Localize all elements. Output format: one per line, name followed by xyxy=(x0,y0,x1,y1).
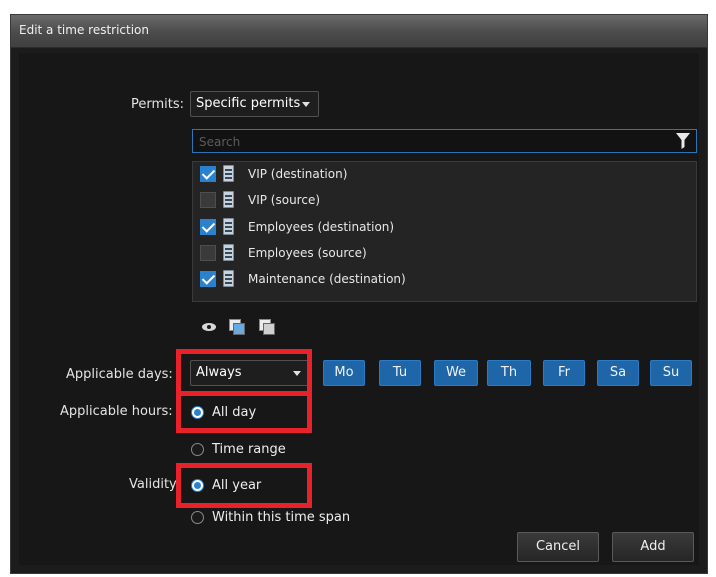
day-button-tu[interactable]: Tu xyxy=(379,360,421,386)
radio-label: Within this time span xyxy=(212,510,351,525)
day-button-mo[interactable]: Mo xyxy=(323,360,365,386)
highlight-box-applicable-days xyxy=(176,349,312,396)
permit-search-input[interactable] xyxy=(193,130,671,154)
permit-list: VIP (destination) VIP (source) Employees… xyxy=(192,161,697,302)
select-all-icon[interactable] xyxy=(229,319,245,335)
permit-icon xyxy=(223,191,234,208)
permit-row-vip-destination[interactable]: VIP (destination) xyxy=(193,162,696,188)
validity-label: Validity: xyxy=(129,477,181,492)
permit-label: VIP (source) xyxy=(248,193,321,207)
permit-label: Employees (destination) xyxy=(248,220,395,234)
checkbox-checked[interactable] xyxy=(200,166,216,182)
checkbox-unchecked[interactable] xyxy=(200,245,216,261)
applicable-hours-label: Applicable hours: xyxy=(60,404,173,419)
radio-unselected-icon xyxy=(191,443,204,456)
permits-dropdown-value: Specific permits xyxy=(196,96,301,111)
permit-search-box xyxy=(192,129,697,154)
radio-label: Time range xyxy=(212,442,286,457)
filter-icon[interactable] xyxy=(676,133,690,149)
permit-label: Maintenance (destination) xyxy=(248,272,406,286)
permit-label: VIP (destination) xyxy=(248,167,348,181)
dialog-body: Permits: Specific permits VIP (destinati… xyxy=(19,53,699,565)
permit-label: Employees (source) xyxy=(248,246,367,260)
day-button-we[interactable]: We xyxy=(434,360,478,386)
eye-icon[interactable] xyxy=(202,323,216,331)
permit-icon xyxy=(223,165,234,182)
permits-dropdown[interactable]: Specific permits xyxy=(190,91,319,117)
day-button-su[interactable]: Su xyxy=(650,360,692,386)
checkbox-unchecked[interactable] xyxy=(200,192,216,208)
checkbox-checked[interactable] xyxy=(200,219,216,235)
permit-row-employees-destination[interactable]: Employees (destination) xyxy=(193,215,696,241)
permit-icon xyxy=(223,218,234,235)
chevron-down-icon xyxy=(302,102,310,107)
permit-icon xyxy=(223,244,234,261)
permit-row-maintenance-destination[interactable]: Maintenance (destination) xyxy=(193,267,696,293)
applicable-days-label: Applicable days: xyxy=(66,367,173,382)
checkbox-checked[interactable] xyxy=(200,271,216,287)
highlight-box-applicable-hours xyxy=(176,391,312,433)
day-button-fr[interactable]: Fr xyxy=(543,360,585,386)
edit-time-restriction-dialog: Edit a time restriction Permits: Specifi… xyxy=(10,14,708,574)
permits-label: Permits: xyxy=(131,97,185,112)
permit-icon xyxy=(223,270,234,287)
cancel-button[interactable]: Cancel xyxy=(517,532,599,562)
dialog-titlebar: Edit a time restriction xyxy=(11,15,707,48)
highlight-box-validity xyxy=(176,463,312,508)
add-button[interactable]: Add xyxy=(612,532,694,562)
radio-unselected-icon xyxy=(191,511,204,524)
day-button-th[interactable]: Th xyxy=(487,360,531,386)
select-none-icon[interactable] xyxy=(259,319,275,335)
permit-row-vip-source[interactable]: VIP (source) xyxy=(193,188,696,214)
permit-row-employees-source[interactable]: Employees (source) xyxy=(193,241,696,267)
day-button-sa[interactable]: Sa xyxy=(597,360,639,386)
dialog-title: Edit a time restriction xyxy=(19,23,150,37)
